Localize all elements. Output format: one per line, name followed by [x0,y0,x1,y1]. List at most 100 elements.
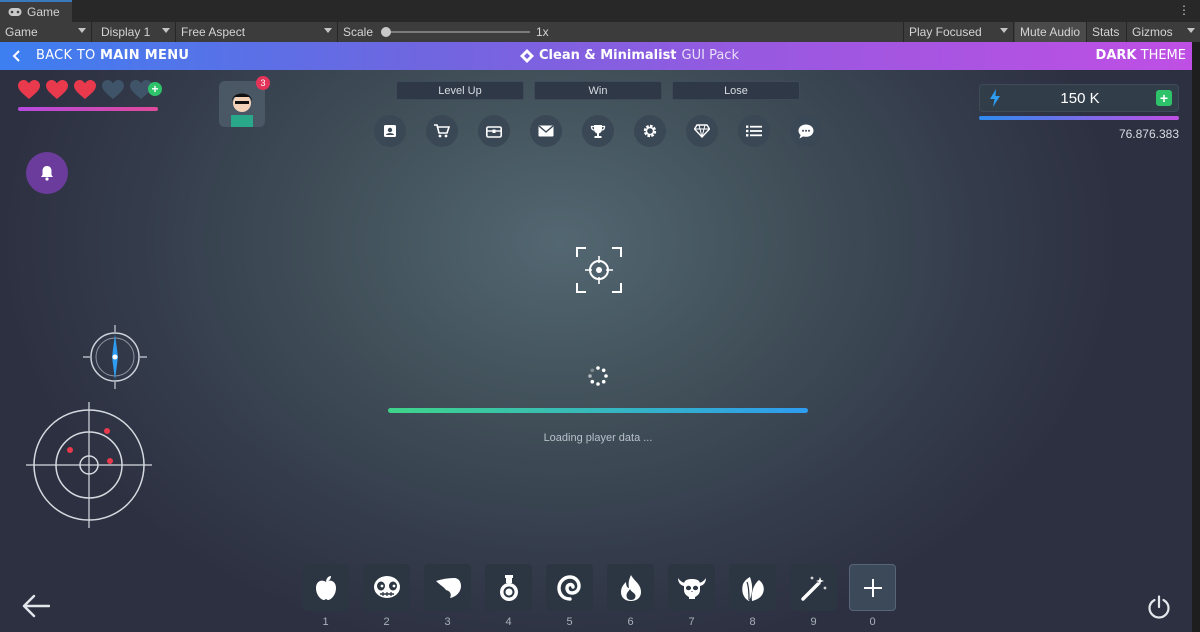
add-energy-button[interactable]: + [1156,90,1172,106]
apple-icon [315,575,336,600]
achievements-button[interactable] [582,115,614,147]
skull-icon [373,575,400,598]
chat-button[interactable] [790,115,822,147]
scale-value: 1x [536,25,549,39]
energy-bar [979,116,1179,120]
slot-3[interactable] [424,564,471,611]
slot-8[interactable] [729,564,776,611]
back-main: MAIN MENU [100,48,190,63]
scale-label: Scale [343,25,374,39]
header-bar: BACK TO MAIN MENU Clean & Minimalist GUI… [0,42,1200,70]
scale-slider-track[interactable] [384,31,530,33]
mail-button[interactable] [530,115,562,147]
slot-2[interactable] [363,564,410,611]
aspect-dropdown-label: Free Aspect [181,25,246,39]
gizmos-dropdown[interactable]: Gizmos [1127,22,1200,42]
view-dropdown[interactable]: Game [0,22,92,42]
display-dropdown-label: Display 1 [101,25,151,39]
radar-enemy-dot [67,447,73,453]
fire-icon [620,574,641,601]
slot-number: 8 [749,616,756,628]
inventory-button[interactable] [478,115,510,147]
game-tab[interactable]: Game [0,0,72,22]
mail-icon [538,125,554,137]
chat-icon [798,124,814,138]
slot-9[interactable] [790,564,837,611]
chevron-down-icon [1000,28,1008,33]
settings-icon [643,124,657,138]
theme-light: THEME [1140,48,1186,63]
notifications-button[interactable] [26,152,68,194]
diamond-icon [694,124,710,138]
aspect-dropdown[interactable]: Free Aspect [176,22,338,42]
radar-enemy-dot [107,458,113,464]
loading-spinner-icon [588,366,608,386]
slot-number: 2 [383,616,390,628]
game-toolbar: Game Display 1 Free Aspect Scale 1x Play… [0,22,1200,42]
slot-number: 4 [505,616,512,628]
magic-wand-icon [800,575,827,601]
notification-badge: 3 [256,76,270,90]
chevron-down-icon [162,28,170,33]
heart-full-icon [18,80,40,99]
pack-title-bold: Clean & Minimalist [539,48,677,63]
loading-progress-bar [388,408,808,413]
slot-4[interactable] [485,564,532,611]
kebab-icon[interactable]: ⋮ [1178,3,1190,17]
slot-7[interactable] [668,564,715,611]
shop-button[interactable] [426,115,458,147]
slot-6[interactable] [607,564,654,611]
slot-number: 6 [627,616,634,628]
health-hearts [18,80,152,100]
trophy-icon [590,124,606,138]
mute-audio-toggle[interactable]: Mute Audio [1015,22,1087,42]
slot-number: 7 [688,616,695,628]
profile-button[interactable] [374,115,406,147]
back-prefix: BACK TO [36,48,96,63]
add-health-button[interactable]: + [148,82,162,96]
slot-number: 0 [869,616,876,628]
editor-edge-strip [1192,42,1200,632]
back-to-main-menu-button[interactable]: BACK TO MAIN MENU [36,48,189,63]
energy-value: 150 K [1060,90,1100,107]
list-button[interactable] [738,115,770,147]
slot-5[interactable] [546,564,593,611]
crosshair-icon [576,247,622,293]
slot-number: 5 [566,616,573,628]
power-icon[interactable] [1147,595,1171,619]
theme-label: DARK THEME [1096,48,1186,63]
pack-title: Clean & Minimalist GUI Pack [520,48,739,63]
coin-count: 76.876.383 [1118,127,1179,141]
wing-icon [435,577,461,598]
settings-button[interactable] [634,115,666,147]
scale-slider-handle[interactable] [381,27,391,37]
game-tab-label: Game [27,5,60,19]
stats-toggle[interactable]: Stats [1087,22,1127,42]
back-arrow-icon[interactable] [22,594,50,618]
list-icon [746,125,762,137]
level-up-button[interactable]: Level Up [396,81,524,100]
slot-number: 1 [322,616,329,628]
leaves-icon [741,576,764,601]
gems-button[interactable] [686,115,718,147]
swirl-icon [556,574,581,601]
gamepad-icon [8,8,22,16]
heart-empty-icon [102,80,124,99]
horned-skull-icon [677,577,706,599]
add-slot-button[interactable] [849,564,896,611]
chevron-down-icon [78,28,86,33]
diamond-logo-icon [520,48,534,63]
game-view: BACK TO MAIN MENU Clean & Minimalist GUI… [0,42,1200,632]
health-bar [18,107,158,111]
win-button[interactable]: Win [534,81,662,100]
potion-icon [499,574,518,601]
slot-1[interactable] [302,564,349,611]
editor-tab-bar: Game ⋮ [0,0,1200,22]
play-mode-dropdown[interactable]: Play Focused [904,22,1014,42]
chevron-down-icon [1187,28,1195,33]
lose-button[interactable]: Lose [672,81,800,100]
radar-minimap [26,402,152,528]
chevron-left-icon[interactable] [12,49,22,63]
chest-icon [486,125,502,138]
display-dropdown[interactable]: Display 1 [96,22,176,42]
